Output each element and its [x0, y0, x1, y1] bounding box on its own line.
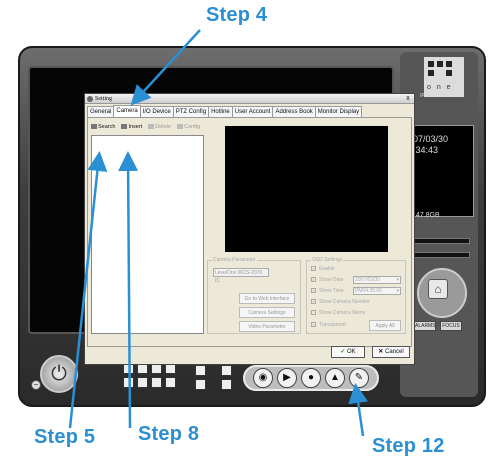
screenshot-stage: o n e IP CamSecure 07/03/30 :34:43 e:47.…	[0, 0, 495, 461]
step4-label: Step 4	[206, 4, 268, 26]
step12-label: Step 12	[372, 435, 445, 457]
step8-label: Step 8	[138, 423, 200, 445]
step8-arrow	[118, 151, 139, 429]
step5-label: Step 5	[34, 426, 96, 448]
annotation-arrows	[68, 29, 369, 437]
step4-arrow	[130, 29, 201, 106]
step5-arrow	[68, 151, 108, 429]
step12-arrow	[348, 383, 369, 437]
